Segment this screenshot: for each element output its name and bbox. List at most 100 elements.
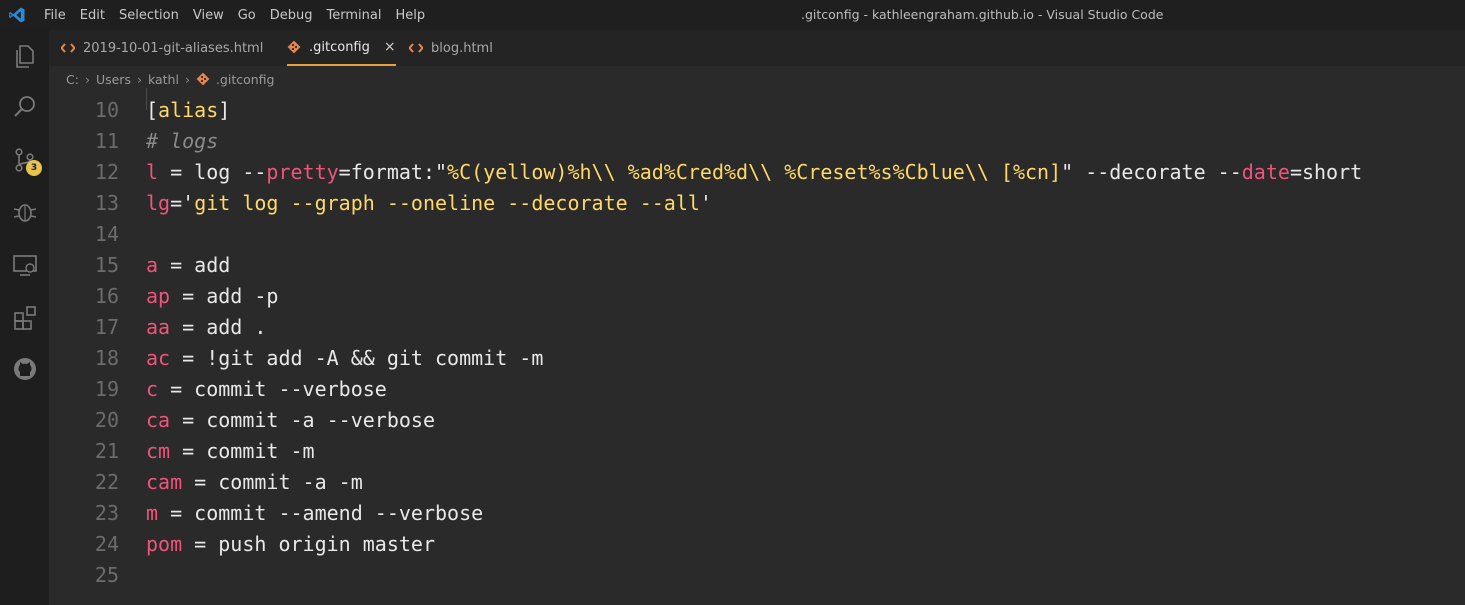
chevron-right-icon: › bbox=[136, 71, 142, 87]
tab-gitconfig[interactable]: .gitconfig × bbox=[287, 30, 396, 66]
code-text: aa = add . bbox=[146, 312, 266, 343]
html-icon bbox=[61, 42, 75, 54]
code-token: = add bbox=[158, 253, 231, 277]
line-number: 9 bbox=[49, 88, 119, 95]
line-number: 24 bbox=[94, 532, 119, 556]
code-token: = log -- bbox=[158, 160, 267, 184]
menu-item-selection[interactable]: Selection bbox=[119, 8, 179, 23]
menu-item-terminal[interactable]: Terminal bbox=[327, 8, 382, 23]
code-line[interactable]: 15 a = add bbox=[49, 250, 1465, 281]
code-token: cm bbox=[146, 439, 171, 463]
window-title: .gitconfig - kathleengraham.github.io - … bbox=[801, 7, 1164, 22]
html-icon bbox=[409, 42, 423, 54]
code-token: = commit --amend --verbose bbox=[158, 501, 484, 525]
code-text: ac = !git add -A && git commit -m bbox=[146, 343, 543, 374]
code-line[interactable]: 12 l = log --pretty=format:"%C(yellow)%h\… bbox=[49, 157, 1465, 188]
explorer-icon[interactable] bbox=[11, 42, 39, 70]
menu-item-go[interactable]: Go bbox=[238, 8, 256, 23]
code-token: = push origin master bbox=[182, 532, 435, 556]
chevron-right-icon: › bbox=[84, 71, 90, 87]
menu-bar: File Edit Selection View Go Debug Terminal Help bbox=[44, 0, 439, 30]
extensions-icon[interactable] bbox=[11, 304, 39, 332]
code-token: = commit -m bbox=[170, 439, 315, 463]
code-token: ] bbox=[218, 98, 231, 122]
line-number: 17 bbox=[94, 315, 119, 339]
line-number: 16 bbox=[94, 284, 119, 308]
tab-bar: 2019-10-01-git-aliases.html .gitconfig ×… bbox=[49, 30, 1465, 66]
code-text: lg='git log --graph --oneline --decorate… bbox=[146, 188, 712, 219]
code-token: ' bbox=[699, 191, 712, 215]
code-token: l bbox=[146, 160, 159, 184]
code-line[interactable]: 9 bbox=[49, 88, 1465, 110]
code-token: pretty bbox=[266, 160, 339, 184]
breadcrumb-item-kathl[interactable]: kathl bbox=[148, 72, 179, 87]
code-line[interactable]: 25 bbox=[49, 560, 1465, 591]
code-token: a bbox=[146, 253, 159, 277]
menu-item-edit[interactable]: Edit bbox=[80, 8, 105, 23]
code-token: = commit -a -m bbox=[182, 470, 363, 494]
line-number: 23 bbox=[94, 501, 119, 525]
tab-label: blog.html bbox=[431, 40, 493, 56]
line-number: 22 bbox=[94, 470, 119, 494]
code-line[interactable]: 22 cam = commit -a -m bbox=[49, 467, 1465, 498]
code-token: pom bbox=[146, 532, 183, 556]
breadcrumb-item-gitconfig[interactable]: .gitconfig bbox=[216, 72, 275, 87]
activity-bar: 3 bbox=[0, 30, 49, 605]
code-token: ac bbox=[146, 346, 171, 370]
code-line[interactable]: 19 c = commit --verbose bbox=[49, 374, 1465, 405]
menu-item-file[interactable]: File bbox=[44, 8, 66, 23]
vscode-logo-icon bbox=[9, 7, 25, 23]
github-icon[interactable] bbox=[11, 355, 39, 383]
breadcrumb-item-drive[interactable]: C: bbox=[66, 72, 79, 87]
code-token: = add . bbox=[170, 315, 267, 339]
code-text: l = log --pretty=format:"%C(yellow)%h\\ … bbox=[146, 157, 1362, 188]
tab-git-aliases-html[interactable]: 2019-10-01-git-aliases.html bbox=[61, 30, 263, 66]
code-line[interactable]: 23 m = commit --amend --verbose bbox=[49, 498, 1465, 529]
code-token: = add -p bbox=[170, 284, 279, 308]
code-text: cam = commit -a -m bbox=[146, 467, 363, 498]
code-text: m = commit --amend --verbose bbox=[146, 498, 483, 529]
menu-item-help[interactable]: Help bbox=[395, 8, 425, 23]
code-line[interactable]: 21 cm = commit -m bbox=[49, 436, 1465, 467]
code-line[interactable]: 13 lg='git log --graph --oneline --decora… bbox=[49, 188, 1465, 219]
code-text: pom = push origin master bbox=[146, 529, 435, 560]
code-line[interactable]: 16 ap = add -p bbox=[49, 281, 1465, 312]
code-token: alias bbox=[158, 98, 219, 122]
chevron-right-icon: › bbox=[184, 71, 190, 87]
code-line[interactable]: 11 # logs bbox=[49, 126, 1465, 157]
debug-icon[interactable] bbox=[11, 198, 39, 226]
git-icon bbox=[287, 40, 301, 54]
breadcrumb: C: › Users › kathl › .gitconfig bbox=[66, 68, 275, 90]
code-text: # logs bbox=[146, 126, 218, 157]
code-token: = !git add -A && git commit -m bbox=[170, 346, 544, 370]
line-number: 14 bbox=[94, 222, 119, 246]
code-text: cm = commit -m bbox=[146, 436, 315, 467]
tab-label: 2019-10-01-git-aliases.html bbox=[83, 40, 264, 56]
tab-blog-html[interactable]: blog.html bbox=[409, 30, 493, 66]
code-editor[interactable]: 9 10 [alias] 11 # logs 12 l = log --pretty=for… bbox=[49, 88, 1465, 605]
code-token: =' bbox=[170, 191, 195, 215]
line-number: 25 bbox=[94, 563, 119, 587]
code-token: m bbox=[146, 501, 159, 525]
search-icon[interactable] bbox=[11, 93, 39, 121]
code-token: lg bbox=[146, 191, 171, 215]
code-token: c bbox=[146, 377, 159, 401]
code-line[interactable]: 24 pom = push origin master bbox=[49, 529, 1465, 560]
line-number: 21 bbox=[94, 439, 119, 463]
menu-item-view[interactable]: View bbox=[193, 8, 224, 23]
menu-item-debug[interactable]: Debug bbox=[270, 8, 313, 23]
code-line[interactable]: 20 ca = commit -a --verbose bbox=[49, 405, 1465, 436]
code-token: = commit -a --verbose bbox=[170, 408, 435, 432]
line-number: 10 bbox=[94, 98, 119, 122]
close-icon[interactable]: × bbox=[384, 39, 396, 55]
code-text: ca = commit -a --verbose bbox=[146, 405, 435, 436]
code-token: ap bbox=[146, 284, 171, 308]
code-line[interactable]: 10 [alias] bbox=[49, 95, 1465, 126]
line-number: 20 bbox=[94, 408, 119, 432]
code-token: =short bbox=[1289, 160, 1363, 184]
remote-explorer-icon[interactable] bbox=[11, 251, 39, 279]
code-line[interactable]: 18 ac = !git add -A && git commit -m bbox=[49, 343, 1465, 374]
code-line[interactable]: 17 aa = add . bbox=[49, 312, 1465, 343]
breadcrumb-item-users[interactable]: Users bbox=[96, 72, 131, 87]
code-line[interactable]: 14 bbox=[49, 219, 1465, 250]
